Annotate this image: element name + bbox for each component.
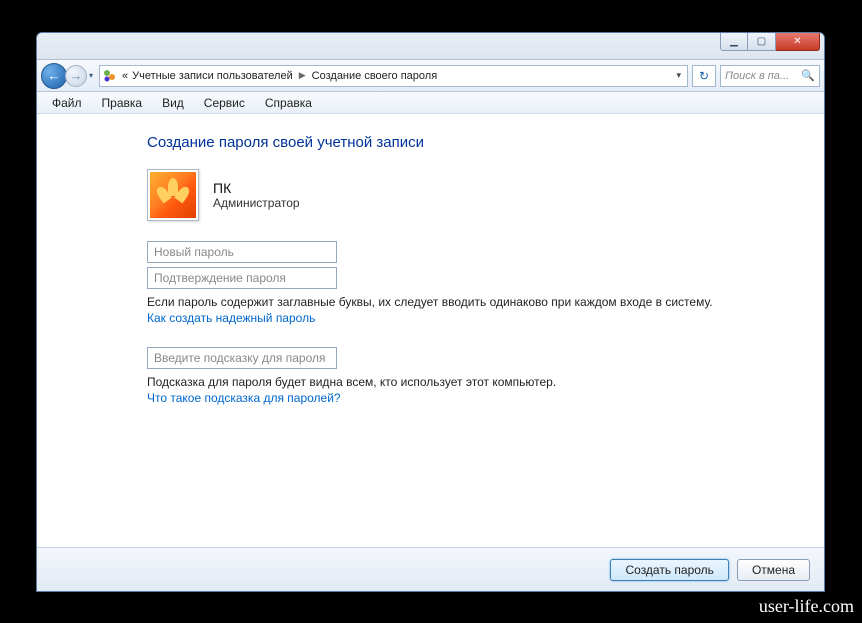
strong-password-link[interactable]: Как создать надежный пароль [147, 311, 802, 325]
menu-edit[interactable]: Правка [93, 94, 152, 112]
watermark-text: user-life.com [759, 596, 854, 617]
search-icon: 🔍 [801, 69, 815, 82]
user-role: Администратор [213, 196, 300, 210]
chevron-right-icon: ▶ [297, 70, 308, 81]
flower-icon [150, 172, 196, 218]
menu-help[interactable]: Справка [256, 94, 321, 112]
footer-bar: Создать пароль Отмена [37, 547, 824, 591]
minimize-button[interactable]: ▁ [720, 33, 748, 51]
menu-bar: Файл Правка Вид Сервис Справка [37, 92, 824, 114]
page-title: Создание пароля своей учетной записи [147, 134, 802, 151]
addr-prefix: « [122, 70, 128, 82]
user-text: ПК Администратор [213, 180, 300, 210]
nav-history-dropdown[interactable]: ▾ [89, 71, 93, 80]
maximize-button[interactable]: ▢ [748, 33, 776, 51]
new-password-input[interactable] [147, 241, 337, 263]
confirm-password-input[interactable] [147, 267, 337, 289]
user-accounts-icon [102, 68, 118, 84]
address-bar[interactable]: « Учетные записи пользователей ▶ Создани… [99, 65, 688, 87]
hint-info-text: Подсказка для пароля будет видна всем, к… [147, 375, 802, 389]
window-frame: ▁ ▢ ✕ ← → ▾ « Учетные записи пользовател… [36, 32, 825, 592]
back-button[interactable]: ← [41, 63, 67, 89]
menu-file[interactable]: Файл [43, 94, 91, 112]
window-buttons: ▁ ▢ ✕ [720, 33, 820, 51]
forward-button[interactable]: → [65, 65, 87, 87]
breadcrumb-segment-2[interactable]: Создание своего пароля [312, 70, 438, 82]
refresh-button[interactable]: ↻ [692, 65, 716, 87]
caps-info-text: Если пароль содержит заглавные буквы, их… [147, 295, 802, 309]
search-input[interactable]: Поиск в па... 🔍 [720, 65, 820, 87]
content-area: Создание пароля своей учетной записи ПК … [37, 114, 824, 547]
create-password-button[interactable]: Создать пароль [610, 559, 728, 581]
menu-view[interactable]: Вид [153, 94, 193, 112]
hint-block: Подсказка для пароля будет видна всем, к… [147, 347, 802, 405]
menu-tools[interactable]: Сервис [195, 94, 254, 112]
avatar [147, 169, 199, 221]
password-hint-input[interactable] [147, 347, 337, 369]
navigation-bar: ← → ▾ « Учетные записи пользователей ▶ С… [37, 60, 824, 92]
titlebar: ▁ ▢ ✕ [37, 33, 824, 60]
cancel-button[interactable]: Отмена [737, 559, 810, 581]
close-button[interactable]: ✕ [776, 33, 820, 51]
hint-help-link[interactable]: Что такое подсказка для паролей? [147, 391, 802, 405]
breadcrumb-segment-1[interactable]: Учетные записи пользователей [132, 70, 293, 82]
user-name: ПК [213, 180, 300, 196]
nav-buttons: ← → ▾ [41, 63, 95, 89]
search-placeholder: Поиск в па... [725, 70, 789, 82]
user-info-row: ПК Администратор [147, 169, 802, 221]
address-dropdown[interactable]: ▾ [672, 70, 685, 81]
